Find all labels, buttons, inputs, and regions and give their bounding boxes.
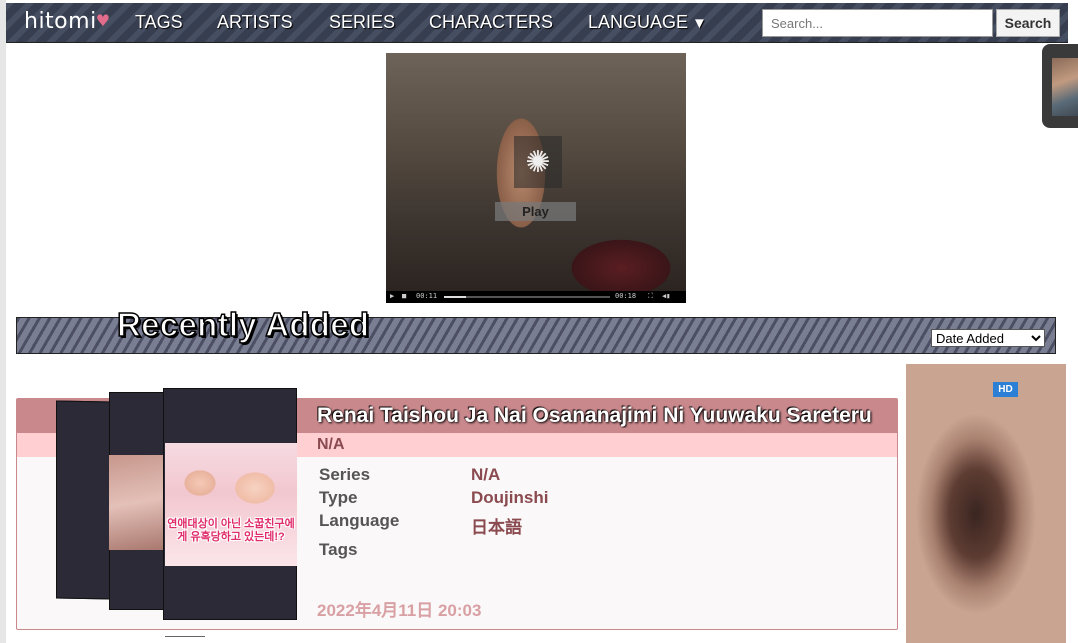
play-button[interactable]: Play [495,202,576,221]
nav-tags-link[interactable]: TAGS [135,12,183,33]
meta-value-language[interactable]: 日本語 [471,513,522,538]
nav-characters-link[interactable]: CHARACTERS [429,12,553,33]
side-floating-thumbnail[interactable] [1042,44,1078,128]
page-left-border [0,0,6,643]
thumbnail-back-page [56,400,112,600]
progress-bar[interactable] [444,296,610,298]
section-title: Recently Added [116,305,370,344]
nav-series-link[interactable]: SERIES [329,12,395,33]
top-navbar: hitomi♥ TAGS ARTISTS SERIES CHARACTERS L… [6,3,1068,43]
gallery-date: 2022年4月11日 20:03 [317,601,482,620]
next-card-edge [165,636,205,643]
gallery-artist[interactable]: N/A [317,436,345,454]
logo-text[interactable]: hitomi [24,9,97,34]
meta-label-language: Language [319,511,400,530]
nav-language-dropdown[interactable]: LANGUAGE ▼ [588,12,707,33]
loading-spinner-icon: ✺ [514,136,562,188]
thumbnail-middle-image [109,455,163,550]
search-button[interactable]: Search [996,9,1060,37]
caret-down-icon: ▼ [692,15,707,32]
current-time: 00:11 [416,292,438,300]
heart-icon: ♥ [95,11,111,30]
cover-text: 연애대상이 아닌 소꿉친구에게 유혹당하고 있는데!? [167,518,295,543]
volume-icon[interactable]: ◀▮ [662,292,670,300]
meta-value-series[interactable]: N/A [471,465,500,485]
hd-badge: HD [993,382,1018,397]
meta-label-type: Type [319,488,358,507]
nav-artists-link[interactable]: ARTISTS [217,12,293,33]
total-time: 00:18 [615,292,637,300]
play-icon[interactable]: ▶ [390,292,394,300]
gallery-cover-image[interactable]: 연애대상이 아닌 소꿉친구에게 유혹당하고 있는데!? [165,443,297,566]
fullscreen-icon[interactable]: ⛶ [648,292,653,301]
side-thumbnail-image [1052,58,1078,116]
meta-value-type[interactable]: Doujinshi [471,488,548,508]
sort-select[interactable]: Date Added [931,329,1045,347]
search-input[interactable] [762,9,993,37]
nav-language-label: LANGUAGE [588,12,689,32]
site-logo[interactable]: hitomi♥ [24,9,112,34]
gallery-title[interactable]: Renai Taishou Ja Nai Osananajimi Ni Yuuw… [317,404,897,428]
right-video-ad[interactable]: HD [906,364,1066,643]
recently-added-banner: Recently Added Date Added [16,305,1056,354]
progress-fill [444,296,466,298]
stop-icon[interactable]: ■ [402,292,406,300]
video-player[interactable]: ✺ Play ▶ ■ 00:11 00:18 ⛶ ◀▮ [386,53,686,303]
meta-label-tags: Tags [319,540,358,559]
player-controls: ▶ ■ 00:11 00:18 ⛶ ◀▮ [386,291,686,303]
meta-label-series: Series [319,465,371,484]
